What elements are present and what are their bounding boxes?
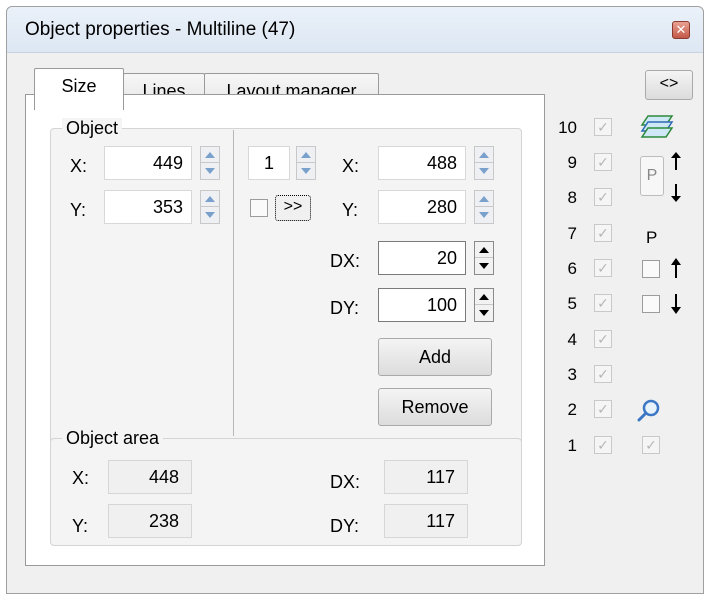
area-dy-label: DY: — [330, 516, 360, 536]
area-x-label: X: — [72, 468, 90, 488]
dx-label: DX: — [330, 251, 361, 271]
p-up-down-icon[interactable]: P — [640, 156, 664, 196]
layer-checkbox-3[interactable]: ✓ — [594, 365, 612, 383]
dx-input[interactable]: 20 — [378, 241, 466, 275]
toggle-button[interactable]: <> — [645, 70, 693, 100]
layer-number: 8 — [567, 188, 577, 207]
add-button[interactable]: Add — [378, 338, 492, 376]
area-dx-label: DX: — [330, 472, 361, 492]
layer-number: 1 — [567, 436, 577, 455]
point-index-spinner[interactable] — [296, 146, 316, 180]
layers-icon[interactable] — [640, 113, 674, 141]
layer-checkbox-4[interactable]: ✓ — [594, 330, 612, 348]
layer-checkbox-1[interactable]: ✓ — [594, 436, 612, 454]
window-title: Object properties - Multiline (47) — [25, 19, 296, 40]
point-y-label: Y: — [342, 200, 359, 220]
object-x-spinner[interactable] — [200, 146, 220, 180]
dy-input[interactable]: 100 — [378, 288, 466, 322]
dy-spinner[interactable] — [474, 288, 494, 322]
point-x-spinner[interactable] — [474, 146, 494, 180]
p-up-checkbox[interactable] — [642, 260, 660, 278]
object-y-label: Y: — [70, 200, 87, 220]
copy-checkbox[interactable] — [250, 199, 268, 217]
title-bar: Object properties - Multiline (47) ✕ — [7, 7, 703, 53]
layer-checkbox-10[interactable]: ✓ — [594, 118, 612, 136]
layer-checkbox-9[interactable]: ✓ — [594, 153, 612, 171]
dy-label: DY: — [330, 298, 360, 318]
area-y-label: Y: — [72, 516, 89, 536]
layer-number: 5 — [567, 294, 577, 313]
layer-checkbox-7[interactable]: ✓ — [594, 224, 612, 242]
arrow-up-down-icon — [671, 152, 681, 202]
layer-number: 2 — [567, 400, 577, 419]
layer-number: 6 — [567, 259, 577, 278]
point-x-input[interactable]: 488 — [378, 146, 466, 180]
tab-size[interactable]: Size — [34, 68, 124, 110]
point-y-spinner[interactable] — [474, 190, 494, 224]
zoom-checkbox[interactable]: ✓ — [642, 436, 660, 454]
zoom-icon[interactable] — [636, 398, 662, 424]
remove-button[interactable]: Remove — [378, 388, 492, 426]
point-y-input[interactable]: 280 — [378, 190, 466, 224]
p-label: P — [646, 228, 658, 247]
p-down-checkbox[interactable] — [642, 295, 660, 313]
layer-checkbox-8[interactable]: ✓ — [594, 188, 612, 206]
copy-button[interactable]: >> — [275, 195, 311, 221]
arrow-up-icon — [671, 258, 681, 278]
close-icon[interactable]: ✕ — [672, 21, 690, 39]
object-y-spinner[interactable] — [200, 190, 220, 224]
point-x-label: X: — [342, 156, 360, 176]
area-x-value: 448 — [108, 460, 192, 494]
area-y-value: 238 — [108, 504, 192, 538]
layer-number: 4 — [567, 330, 577, 349]
object-area-group-label: Object area — [62, 428, 164, 448]
area-dx-value: 117 — [384, 460, 468, 494]
dx-spinner[interactable] — [474, 241, 494, 275]
group-divider — [233, 130, 234, 436]
layer-number: 3 — [567, 365, 577, 384]
layer-checkbox-5[interactable]: ✓ — [594, 294, 612, 312]
point-index-input[interactable]: 1 — [248, 146, 290, 180]
layer-number: 9 — [567, 153, 577, 172]
layer-checkbox-6[interactable]: ✓ — [594, 259, 612, 277]
object-group-label: Object — [62, 118, 123, 138]
area-dy-value: 117 — [384, 504, 468, 538]
layer-checkbox-2[interactable]: ✓ — [594, 400, 612, 418]
layer-number: 7 — [567, 224, 577, 243]
layer-number: 10 — [558, 118, 577, 137]
arrow-down-icon — [671, 294, 681, 314]
object-x-input[interactable]: 449 — [104, 146, 192, 180]
object-x-label: X: — [70, 156, 88, 176]
object-y-input[interactable]: 353 — [104, 190, 192, 224]
